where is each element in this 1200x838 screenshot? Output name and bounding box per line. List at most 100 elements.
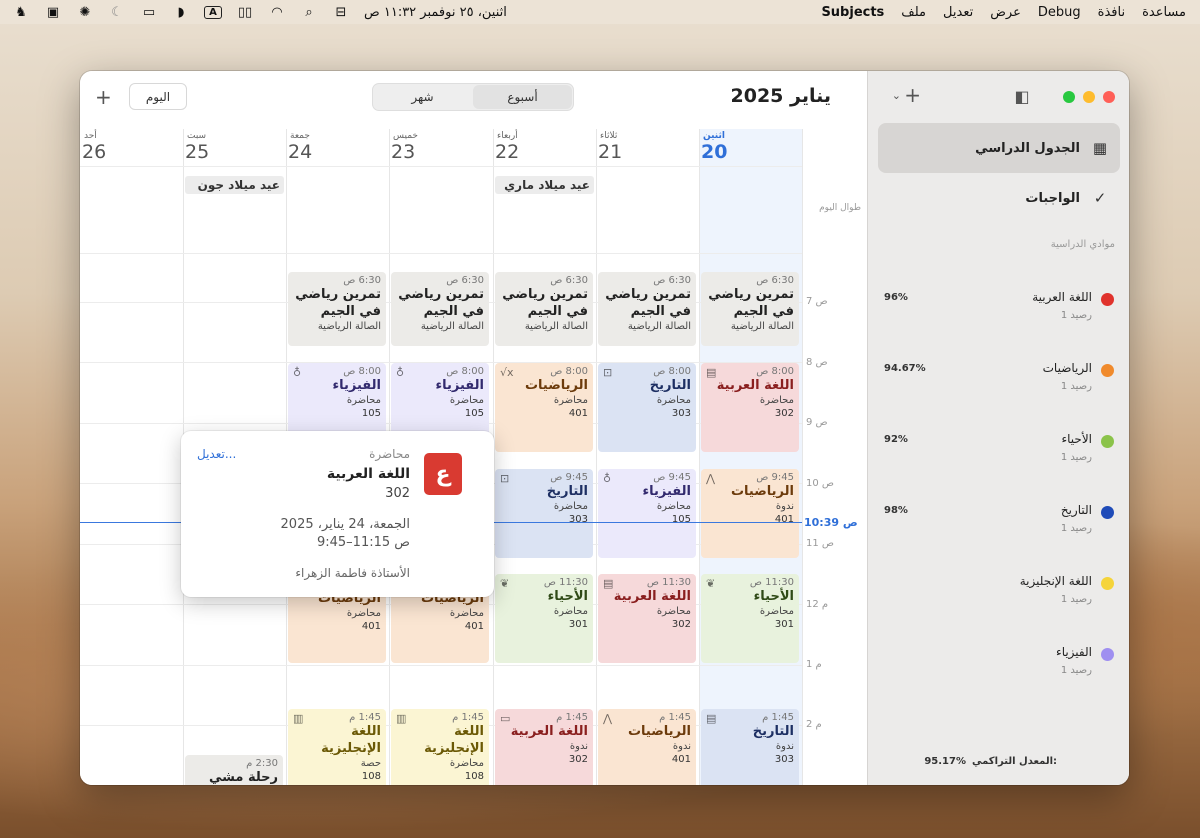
subject-item[interactable]: اللغة العربية 1 رصيد 96% <box>868 285 1129 335</box>
day-header[interactable]: أربعاء 22 <box>493 129 596 169</box>
event-time: 8:00 ص <box>653 366 691 377</box>
subject-color-dot <box>1101 577 1114 590</box>
event-room: 108 <box>464 771 484 782</box>
event-math[interactable]: √x 8:00 ص الرياضيات محاضرة 401 <box>495 363 593 452</box>
subject-color-dot <box>1101 364 1114 377</box>
event-biology[interactable]: ❦ 11:30 ص الأحياء محاضرة 301 <box>495 574 593 663</box>
subject-credits: 1 رصيد <box>1060 523 1092 534</box>
rabbit-icon[interactable]: ♞ <box>12 5 30 20</box>
sidebar-toggle-icon[interactable]: ◧ <box>1011 87 1033 106</box>
chevron-down-icon[interactable]: ⌄ <box>892 89 901 102</box>
event-arabic[interactable]: ▤ 11:30 ص اللغة العربية محاضرة 302 <box>598 574 696 663</box>
open-book-icon: ⊡ <box>500 472 510 485</box>
menu-view[interactable]: عرض <box>990 5 1021 20</box>
day-header[interactable]: خميس 23 <box>389 129 492 169</box>
sidebar-item-schedule[interactable]: الجدول الدراسي ▦ <box>878 123 1120 173</box>
add-subject-icon[interactable]: + <box>904 83 921 107</box>
event-gym[interactable]: 6:30 ص تمرين رياضي في الجيم الصالة الريا… <box>598 272 696 346</box>
event-title: الرياضيات <box>627 724 691 739</box>
control-center-icon[interactable]: ⊟ <box>332 5 350 20</box>
subject-item[interactable]: الفيزياء 1 رصيد <box>868 640 1129 690</box>
today-button[interactable]: اليوم <box>129 83 187 110</box>
subject-item[interactable]: التاريخ 1 رصيد 98% <box>868 498 1129 548</box>
event-time: 1:45 م <box>349 712 381 723</box>
subject-item[interactable]: الأحياء 1 رصيد 92% <box>868 427 1129 477</box>
event-time: 11:30 ص <box>543 577 588 588</box>
event-room: 105 <box>361 408 381 419</box>
edit-link[interactable]: تعديل... <box>197 447 236 461</box>
event-biology[interactable]: ❦ 11:30 ص الأحياء محاضرة 301 <box>701 574 799 663</box>
sidebar-item-assignments[interactable]: الواجبات ✓ <box>878 173 1120 223</box>
headphones-icon[interactable]: ◗ <box>172 5 190 20</box>
lightbulb-icon: ♁ <box>603 472 612 485</box>
event-hike[interactable]: 2:30 م رحلة مشي <box>185 755 283 785</box>
app-menu[interactable]: Subjects <box>821 5 884 20</box>
search-icon[interactable]: ⌕ <box>300 5 318 20</box>
hour-label: 2 م <box>806 719 822 730</box>
moon-icon[interactable]: ☾ <box>108 5 126 20</box>
menu-edit[interactable]: تعديل <box>943 5 973 20</box>
tab-month[interactable]: شهر <box>373 84 472 110</box>
event-gym[interactable]: 6:30 ص تمرين رياضي في الجيم الصالة الريا… <box>701 272 799 346</box>
event-history[interactable]: ⊡ 9:45 ص التاريخ محاضرة 303 <box>495 469 593 558</box>
event-history[interactable]: ⊡ 8:00 ص التاريخ محاضرة 303 <box>598 363 696 452</box>
menu-bar: اثنين، ٢٥ نوفمبر ١١:٣٢ ص ⊟ ⌕ ◠ ▯▯ A ◗ ▭ … <box>0 0 1200 24</box>
all-day-event[interactable]: عيد ميلاد ماري <box>495 176 594 194</box>
tab-week[interactable]: أسبوع <box>473 85 572 109</box>
event-math[interactable]: ⋀ 1:45 م الرياضيات ندوة 401 <box>598 709 696 785</box>
subject-name: اللغة الإنجليزية <box>1019 574 1092 588</box>
popover-title: اللغة العربية <box>326 466 410 482</box>
event-english[interactable]: ▥ 1:45 م اللغة الإنجليزية محاضرة 108 <box>391 709 489 785</box>
menu-window[interactable]: نافذة <box>1098 5 1125 20</box>
menu-help[interactable]: مساعدة <box>1142 5 1186 20</box>
lightbulb-icon: ♁ <box>396 366 405 379</box>
event-english[interactable]: ▥ 1:45 م اللغة الإنجليزية حصة 108 <box>288 709 386 785</box>
event-gym[interactable]: 6:30 ص تمرين رياضي في الجيم الصالة الريا… <box>391 272 489 346</box>
subject-item[interactable]: الرياضيات 1 رصيد 94.67% <box>868 356 1129 406</box>
day-number: 20 <box>701 141 728 163</box>
split-view-icon[interactable]: ▯▯ <box>236 5 254 20</box>
menubar-datetime[interactable]: اثنين، ٢٥ نوفمبر ١١:٣٢ ص <box>364 5 507 20</box>
hour-label: 10 ص <box>806 478 834 489</box>
day-header[interactable]: اثنين 20 <box>699 129 802 169</box>
day-header[interactable]: جمعة 24 <box>286 129 389 169</box>
popover-room: 302 <box>385 486 410 501</box>
event-arabic[interactable]: ▭ 1:45 م اللغة العربية ندوة 302 <box>495 709 593 785</box>
event-type: محاضرة <box>346 608 381 619</box>
event-title: تمرين رياضي في الجيم <box>605 287 691 319</box>
day-header[interactable]: ثلاثاء 21 <box>596 129 699 169</box>
event-time: 11:30 ص <box>646 577 691 588</box>
input-source-icon[interactable]: A <box>204 5 222 19</box>
day-header[interactable]: سبت 25 <box>183 129 286 169</box>
subject-item[interactable]: اللغة الإنجليزية 1 رصيد <box>868 569 1129 619</box>
subject-grade: 98% <box>884 505 908 516</box>
display-icon[interactable]: ▣ <box>44 5 62 20</box>
wifi-icon[interactable]: ◠ <box>268 5 286 20</box>
add-event-button[interactable]: + <box>95 85 112 109</box>
event-physics[interactable]: ♁ 9:45 ص الفيزياء محاضرة 105 <box>598 469 696 558</box>
event-arabic[interactable]: ▤ 8:00 ص اللغة العربية محاضرة 302 <box>701 363 799 452</box>
grid-divider <box>699 129 700 785</box>
day-number: 25 <box>185 141 210 163</box>
menu-debug[interactable]: Debug <box>1038 5 1081 20</box>
hour-label: 11 ص <box>806 538 834 549</box>
zoom-window-button[interactable] <box>1063 91 1075 103</box>
minimize-window-button[interactable] <box>1083 91 1095 103</box>
event-time: 8:00 ص <box>756 366 794 377</box>
close-window-button[interactable] <box>1103 91 1115 103</box>
event-history[interactable]: ▤ 1:45 م التاريخ ندوة 303 <box>701 709 799 785</box>
day-number: 23 <box>391 141 416 163</box>
screen-mirroring-icon[interactable]: ▭ <box>140 5 158 20</box>
event-math[interactable]: ⋀ 9:45 ص الرياضيات ندوة 401 <box>701 469 799 558</box>
view-segmented-control: شهر أسبوع <box>372 83 574 111</box>
all-day-event[interactable]: عيد ميلاد جون <box>185 176 284 194</box>
event-gym[interactable]: 6:30 ص تمرين رياضي في الجيم الصالة الريا… <box>495 272 593 346</box>
day-header[interactable]: أحد 26 <box>80 129 183 169</box>
event-gym[interactable]: 6:30 ص تمرين رياضي في الجيم الصالة الريا… <box>288 272 386 346</box>
event-type: محاضرة <box>656 606 691 617</box>
menu-file[interactable]: ملف <box>901 5 926 20</box>
chatgpt-icon[interactable]: ✺ <box>76 5 94 20</box>
event-title: الرياضيات <box>730 484 794 499</box>
event-room: 401 <box>774 514 794 525</box>
event-title: تمرين رياضي في الجيم <box>502 287 588 319</box>
